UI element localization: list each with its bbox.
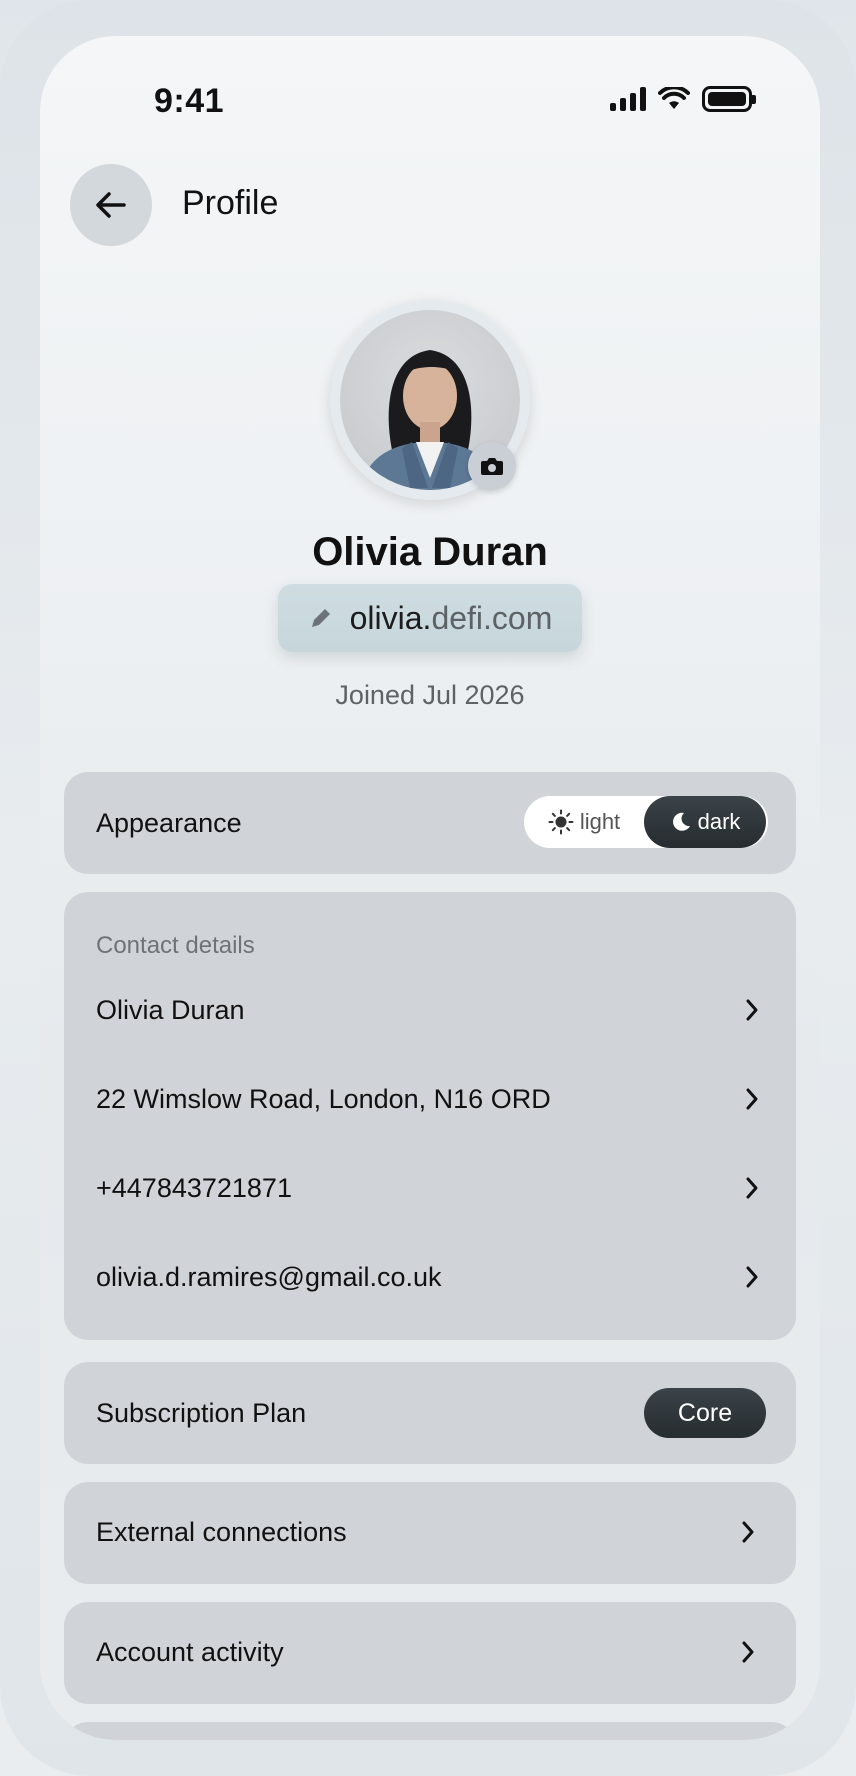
pencil-icon	[311, 609, 330, 627]
joined-date: Joined Jul 2026	[335, 680, 525, 710]
domain-suffix: defi.com	[431, 599, 553, 636]
appearance-label: Appearance	[96, 808, 242, 838]
chevron-right-icon	[740, 1176, 764, 1200]
subscription-card[interactable]: Subscription Plan Core	[64, 1362, 796, 1464]
contact-row-email[interactable]: olivia.d.ramires@gmail.co.uk	[96, 1247, 764, 1307]
account-activity-card[interactable]: Account activity	[64, 1602, 796, 1704]
theme-dark-option[interactable]: dark	[644, 796, 766, 848]
cellular-signal-icon	[610, 87, 646, 111]
chevron-right-icon	[740, 1087, 764, 1111]
contact-phone: +447843721871	[96, 1172, 292, 1203]
subscription-label: Subscription Plan	[96, 1398, 307, 1428]
contact-row-phone[interactable]: +447843721871	[96, 1158, 764, 1218]
contact-section-label: Contact details	[96, 932, 255, 959]
external-connections-label: External connections	[96, 1516, 347, 1547]
battery-icon	[702, 86, 756, 112]
appearance-card: Appearance light dark	[64, 772, 796, 874]
contact-details-card: Contact details Olivia Duran 22 Wimslow …	[64, 892, 796, 1340]
next-card-peek	[64, 1722, 796, 1740]
profile-name: Olivia Duran	[312, 530, 548, 574]
page-title: Profile	[182, 184, 279, 222]
status-icons	[610, 86, 756, 112]
device-frame: 9:41 Profile Olivia Duran olivia.defi.co…	[0, 0, 856, 1776]
contact-name: Olivia Duran	[96, 994, 245, 1025]
moon-icon	[672, 812, 690, 831]
chevron-right-icon	[740, 998, 764, 1022]
contact-email: olivia.d.ramires@gmail.co.uk	[96, 1261, 442, 1292]
camera-icon	[481, 458, 503, 475]
screen: 9:41 Profile Olivia Duran olivia.defi.co…	[40, 36, 820, 1740]
change-photo-button[interactable]	[468, 442, 516, 490]
chevron-right-icon	[736, 1520, 760, 1544]
status-time: 9:41	[154, 82, 225, 120]
back-button[interactable]	[70, 164, 152, 246]
domain-pill[interactable]: olivia.defi.com	[278, 584, 582, 652]
account-activity-label: Account activity	[96, 1636, 284, 1667]
arrow-left-icon	[96, 192, 126, 218]
contact-row-address[interactable]: 22 Wimslow Road, London, N16 ORD	[96, 1069, 764, 1129]
chevron-right-icon	[736, 1640, 760, 1664]
plan-badge: Core	[644, 1388, 766, 1438]
theme-light-label: light	[579, 809, 621, 834]
domain-text: olivia.defi.com	[350, 600, 553, 637]
sun-icon	[548, 809, 574, 835]
external-connections-card[interactable]: External connections	[64, 1482, 796, 1584]
contact-address: 22 Wimslow Road, London, N16 ORD	[96, 1083, 551, 1114]
theme-toggle[interactable]: light dark	[524, 796, 768, 848]
wifi-icon	[658, 87, 690, 109]
domain-prefix: olivia.	[349, 599, 432, 636]
chevron-right-icon	[740, 1265, 764, 1289]
theme-dark-label: dark	[697, 809, 741, 834]
contact-row-name[interactable]: Olivia Duran	[96, 980, 764, 1040]
theme-light-option[interactable]: light	[524, 809, 644, 835]
